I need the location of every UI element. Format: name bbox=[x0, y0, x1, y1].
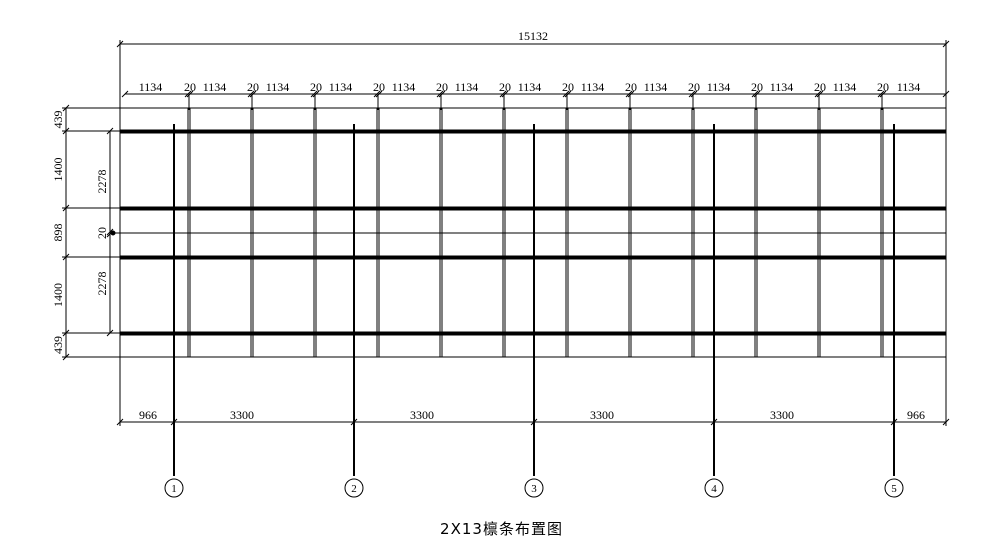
outer-dimension-label: 439 bbox=[51, 111, 65, 129]
outer-dimension-label: 1400 bbox=[51, 158, 65, 182]
segment-dimension-label: 20 bbox=[436, 80, 448, 94]
segment-dimension-label: 20 bbox=[814, 80, 826, 94]
inner-dimension-label: 2278 bbox=[95, 170, 109, 194]
drawing-title: 2X13檩条布置图 bbox=[440, 520, 563, 538]
segment-dimension-label: 20 bbox=[184, 80, 196, 94]
segment-dimension-label: 1134 bbox=[139, 80, 163, 94]
outer-dimension-label: 898 bbox=[51, 224, 65, 242]
segment-dimension-label: 20 bbox=[877, 80, 889, 94]
segment-dimension-label: 1134 bbox=[581, 80, 605, 94]
left-dimension-chains: 439 1400 898 1400 439 2278 20 2278 bbox=[51, 104, 120, 361]
segment-dimension-label: 1134 bbox=[707, 80, 731, 94]
segment-dimension-label: 20 bbox=[751, 80, 763, 94]
segment-dimension-label: 20 bbox=[247, 80, 259, 94]
bottom-dimension-label: 966 bbox=[139, 408, 157, 422]
segment-dimension-label: 20 bbox=[499, 80, 511, 94]
segment-dimension-label: 20 bbox=[688, 80, 700, 94]
outer-dimension-label: 1400 bbox=[51, 283, 65, 307]
segment-dimension-label: 20 bbox=[562, 80, 574, 94]
segment-dimension-label: 1134 bbox=[833, 80, 857, 94]
outer-dimension-label: 439 bbox=[51, 336, 65, 354]
bottom-dimension-label: 3300 bbox=[410, 408, 434, 422]
bottom-dimension-label: 3300 bbox=[590, 408, 614, 422]
top-dimension-chain: 15132 1134 20 1134 20 1134 20 1134 20 1134 20 1134 2… bbox=[116, 29, 950, 110]
segment-dimension-label: 20 bbox=[373, 80, 385, 94]
segment-dimension-label: 20 bbox=[310, 80, 322, 94]
segment-dimension-label: 1134 bbox=[644, 80, 668, 94]
bottom-dimension-label: 966 bbox=[907, 408, 925, 422]
segment-dimension-label: 20 bbox=[625, 80, 637, 94]
segment-dimension-label: 1134 bbox=[266, 80, 290, 94]
segment-dimension-label: 1134 bbox=[770, 80, 794, 94]
purlin-layout-drawing: 15132 1134 20 1134 20 1134 20 1134 20 1134 20 1134 2… bbox=[51, 29, 950, 498]
axis-label: 4 bbox=[711, 483, 717, 495]
inner-dimension-label: 2278 bbox=[95, 272, 109, 296]
segment-dimension-label: 1134 bbox=[518, 80, 542, 94]
bottom-dimension-label: 3300 bbox=[230, 408, 254, 422]
axis-label: 2 bbox=[351, 483, 357, 495]
axis-label: 3 bbox=[531, 483, 537, 495]
segment-dimension-label: 1134 bbox=[897, 80, 921, 94]
axis-label: 5 bbox=[891, 483, 897, 495]
axis-markers: 1 2 3 4 5 bbox=[164, 478, 904, 498]
segment-dimension-label: 1134 bbox=[455, 80, 479, 94]
inner-dimension-label: 20 bbox=[95, 227, 109, 239]
segment-dimension-label: 1134 bbox=[392, 80, 416, 94]
column-lines bbox=[173, 124, 895, 476]
axis-label: 1 bbox=[171, 483, 177, 495]
segment-dimension-label: 1134 bbox=[203, 80, 227, 94]
overall-dimension-label: 15132 bbox=[518, 29, 548, 43]
bottom-dimension-label: 3300 bbox=[770, 408, 794, 422]
segment-dimension-label: 1134 bbox=[329, 80, 353, 94]
